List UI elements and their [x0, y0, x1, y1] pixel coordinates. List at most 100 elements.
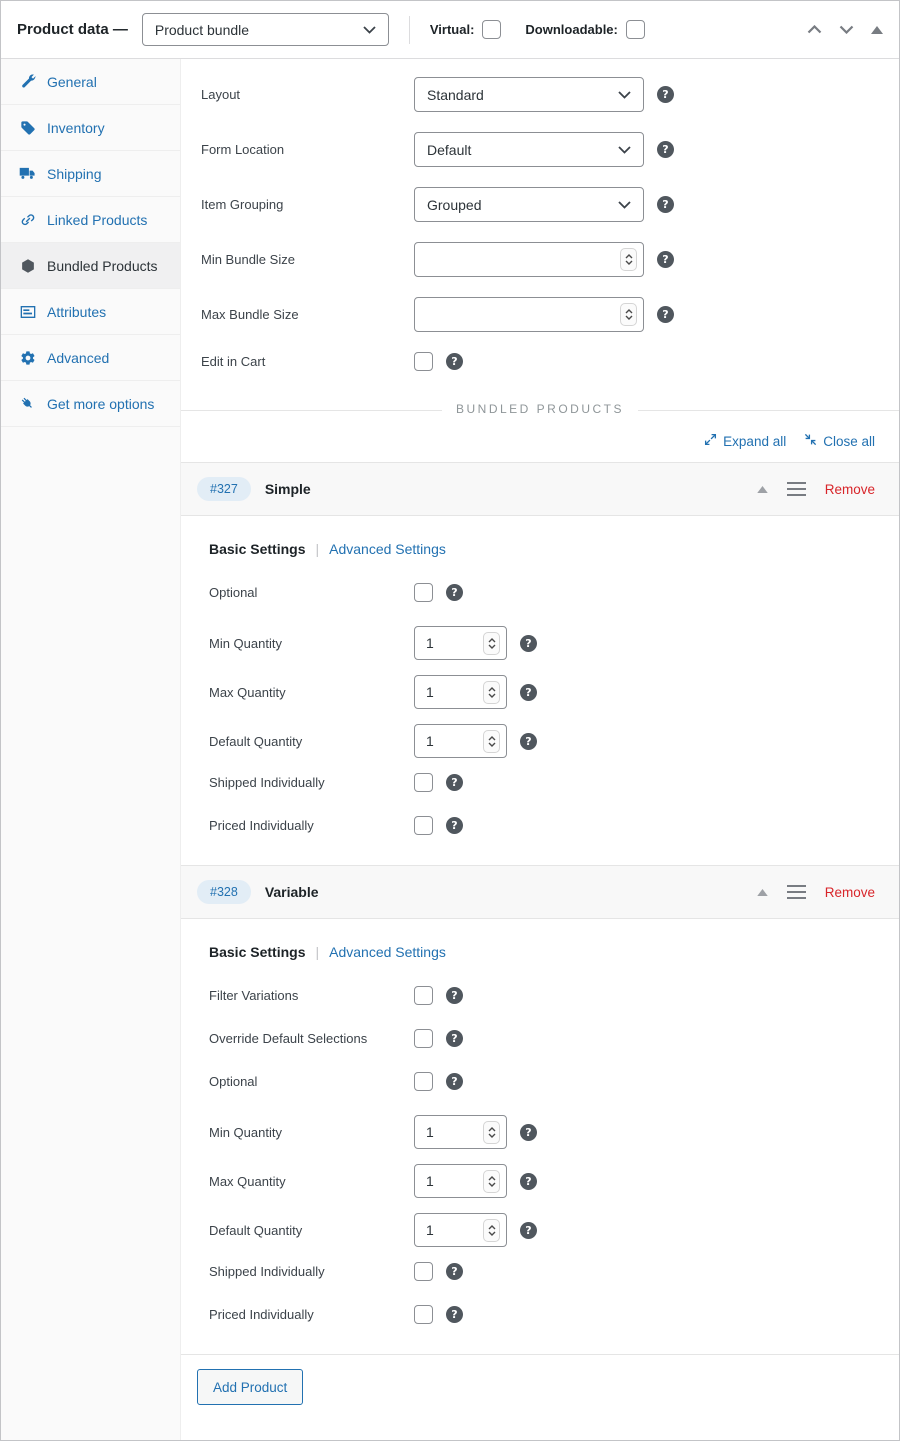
help-tip-icon[interactable]: ? [520, 1124, 537, 1141]
remove-product-link[interactable]: Remove [825, 482, 875, 497]
shipped-individually-checkbox[interactable] [414, 1262, 433, 1281]
sidebar-item-linked-products[interactable]: Linked Products [1, 197, 180, 243]
help-tip-icon[interactable]: ? [446, 1306, 463, 1323]
header-divider [409, 16, 410, 44]
product-type-selected-value: Product bundle [155, 22, 249, 38]
selected-value: Default [427, 142, 471, 158]
default-quantity-input[interactable]: 1 [414, 1213, 507, 1247]
number-stepper-icon[interactable] [483, 681, 500, 704]
help-tip-icon[interactable]: ? [446, 817, 463, 834]
plug-icon [19, 396, 36, 411]
help-tip-icon[interactable]: ? [520, 635, 537, 652]
move-up-icon[interactable] [807, 25, 822, 34]
priced-individually-checkbox[interactable] [414, 1305, 433, 1324]
help-tip-icon[interactable]: ? [446, 1263, 463, 1280]
help-tip-icon[interactable]: ? [446, 1073, 463, 1090]
help-tip-icon[interactable]: ? [446, 987, 463, 1004]
truck-icon [19, 166, 36, 181]
field-label-max-quantity: Max Quantity [209, 685, 414, 700]
tab-basic-settings[interactable]: Basic Settings [209, 944, 305, 960]
field-row-max-bundle-size: Max Bundle Size? [181, 297, 899, 332]
field-row-override-default-selections: Override Default Selections? [181, 1029, 875, 1048]
product-settings-panel: Basic Settings|Advanced SettingsFilter V… [181, 919, 899, 1354]
sidebar-item-label: Linked Products [47, 212, 147, 228]
field-label-priced-individually: Priced Individually [209, 1307, 414, 1322]
collapse-toggle-icon[interactable] [871, 26, 883, 34]
help-tip-icon[interactable]: ? [657, 141, 674, 158]
help-tip-icon[interactable]: ? [520, 1173, 537, 1190]
field-row-edit-in-cart: Edit in Cart? [181, 352, 899, 371]
priced-individually-checkbox[interactable] [414, 816, 433, 835]
help-tip-icon[interactable]: ? [446, 353, 463, 370]
sidebar-item-attributes[interactable]: Attributes [1, 289, 180, 335]
sidebar-item-bundled-products[interactable]: Bundled Products [1, 243, 180, 289]
help-tip-icon[interactable]: ? [657, 306, 674, 323]
product-type-select[interactable]: Product bundle [142, 13, 389, 46]
number-stepper-icon[interactable] [483, 1219, 500, 1242]
field-label-priced-individually: Priced Individually [209, 818, 414, 833]
add-product-button[interactable]: Add Product [197, 1369, 303, 1405]
metabox-header: Product data — Product bundle Virtual: D… [1, 1, 899, 59]
sidebar-item-inventory[interactable]: Inventory [1, 105, 180, 151]
min-quantity-input[interactable]: 1 [414, 1115, 507, 1149]
field-row-default-quantity: Default Quantity1? [181, 724, 875, 758]
help-tip-icon[interactable]: ? [446, 584, 463, 601]
number-stepper-icon[interactable] [483, 632, 500, 655]
max-bundle-size-input[interactable] [414, 297, 644, 332]
expand-all-link[interactable]: Expand all [704, 433, 786, 449]
remove-product-link[interactable]: Remove [825, 885, 875, 900]
help-tip-icon[interactable]: ? [520, 684, 537, 701]
field-row-optional: Optional? [181, 583, 875, 602]
collapse-product-icon[interactable] [757, 486, 768, 493]
bundled-products-toolbar: Expand all Close all [181, 422, 899, 462]
move-down-icon[interactable] [839, 25, 854, 34]
help-tip-icon[interactable]: ? [657, 86, 674, 103]
max-quantity-input[interactable]: 1 [414, 675, 507, 709]
field-label-min-bundle-size: Min Bundle Size [201, 252, 414, 267]
filter-variations-checkbox[interactable] [414, 986, 433, 1005]
help-tip-icon[interactable]: ? [520, 733, 537, 750]
optional-checkbox[interactable] [414, 583, 433, 602]
drag-handle-icon[interactable] [787, 482, 806, 496]
number-stepper-icon[interactable] [483, 1121, 500, 1144]
min-bundle-size-input[interactable] [414, 242, 644, 277]
default-quantity-input[interactable]: 1 [414, 724, 507, 758]
number-stepper-icon[interactable] [483, 730, 500, 753]
item-grouping-select[interactable]: Grouped [414, 187, 644, 222]
drag-handle-icon[interactable] [787, 885, 806, 899]
collapse-product-icon[interactable] [757, 889, 768, 896]
number-stepper-icon[interactable] [620, 248, 637, 271]
shipped-individually-checkbox[interactable] [414, 773, 433, 792]
tab-advanced-settings[interactable]: Advanced Settings [329, 944, 446, 960]
virtual-checkbox[interactable] [482, 20, 501, 39]
layout-select[interactable]: Standard [414, 77, 644, 112]
sidebar-item-get-more-options[interactable]: Get more options [1, 381, 180, 427]
downloadable-checkbox[interactable] [626, 20, 645, 39]
sidebar-item-advanced[interactable]: Advanced [1, 335, 180, 381]
tab-basic-settings[interactable]: Basic Settings [209, 541, 305, 557]
sidebar-item-general[interactable]: General [1, 59, 180, 105]
add-product-row: Add Product [181, 1354, 899, 1440]
number-stepper-icon[interactable] [620, 303, 637, 326]
help-tip-icon[interactable]: ? [657, 196, 674, 213]
help-tip-icon[interactable]: ? [520, 1222, 537, 1239]
max-quantity-input[interactable]: 1 [414, 1164, 507, 1198]
field-label-max-bundle-size: Max Bundle Size [201, 307, 414, 322]
override-default-selections-checkbox[interactable] [414, 1029, 433, 1048]
min-quantity-input[interactable]: 1 [414, 626, 507, 660]
help-tip-icon[interactable]: ? [446, 774, 463, 791]
edit-in-cart-checkbox[interactable] [414, 352, 433, 371]
help-tip-icon[interactable]: ? [657, 251, 674, 268]
optional-checkbox[interactable] [414, 1072, 433, 1091]
product-header-actions: Remove [757, 885, 875, 900]
close-all-link[interactable]: Close all [804, 433, 875, 449]
help-tip-icon[interactable]: ? [446, 1030, 463, 1047]
tab-advanced-settings[interactable]: Advanced Settings [329, 541, 446, 557]
number-stepper-icon[interactable] [483, 1170, 500, 1193]
field-label-layout: Layout [201, 87, 414, 102]
form-location-select[interactable]: Default [414, 132, 644, 167]
sidebar-item-label: Get more options [47, 396, 154, 412]
field-label-optional: Optional [209, 585, 414, 600]
sidebar-item-shipping[interactable]: Shipping [1, 151, 180, 197]
bundled-products-panel: LayoutStandard?Form LocationDefault?Item… [181, 59, 899, 1440]
